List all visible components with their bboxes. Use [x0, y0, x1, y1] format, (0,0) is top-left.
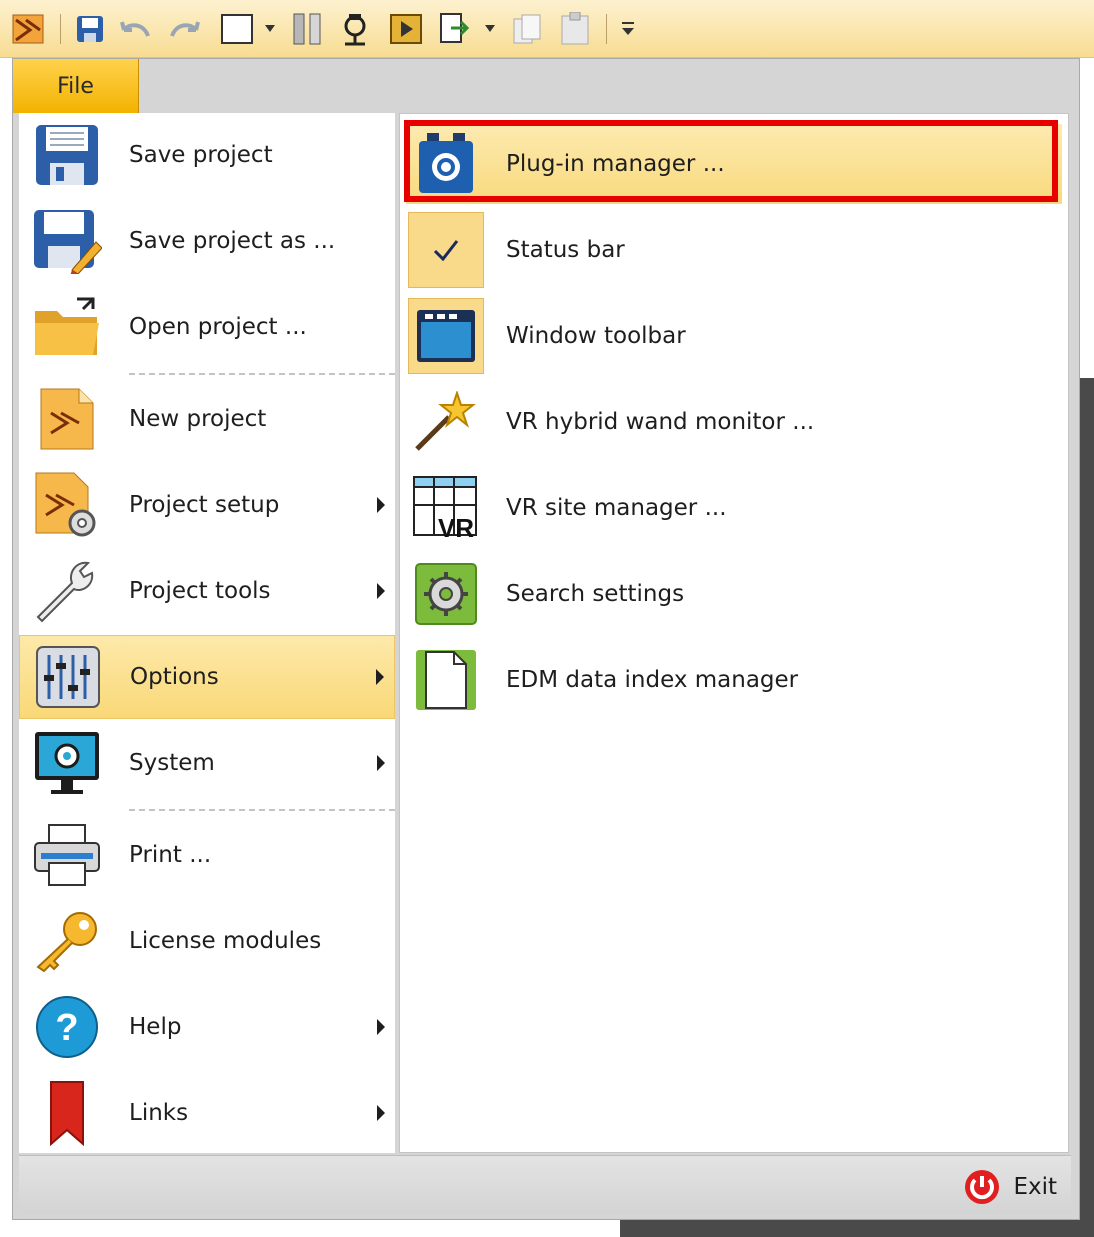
wrench-icon	[19, 549, 115, 633]
document-icon	[406, 640, 486, 720]
dropdown-icon[interactable]	[482, 12, 498, 46]
dropdown-icon[interactable]	[262, 12, 278, 46]
background-app	[1080, 58, 1094, 1237]
file-menu: File Save project Save project as ... Op…	[12, 58, 1080, 1220]
menu-item-save-project-as[interactable]: Save project as ...	[19, 199, 395, 283]
submenu-item-window-toolbar[interactable]: Window toolbar	[406, 296, 1062, 376]
checkmark-icon	[406, 210, 486, 290]
submenu-item-vr-hybrid-wand-monitor[interactable]: VR hybrid wand monitor ...	[406, 382, 1062, 462]
system-monitor-icon	[19, 721, 115, 805]
menu-item-label: Open project ...	[129, 314, 307, 340]
gear-icon	[406, 554, 486, 634]
column-icon[interactable]	[288, 12, 328, 46]
submenu-item-label: EDM data index manager	[506, 667, 799, 693]
save-as-icon	[19, 199, 115, 283]
file-menu-left-pane: Save project Save project as ... Open pr…	[19, 113, 395, 1153]
power-icon	[965, 1170, 1000, 1204]
submenu-item-label: Search settings	[506, 581, 685, 607]
svg-text:?: ?	[55, 1007, 78, 1049]
menu-item-label: Save project	[129, 142, 273, 168]
printer-icon	[19, 813, 115, 897]
menu-item-label: Save project as ...	[129, 228, 336, 254]
magic-wand-icon	[406, 382, 486, 462]
plugin-manager-icon	[406, 124, 486, 204]
submenu-arrow-icon	[377, 1019, 385, 1035]
menu-item-print[interactable]: Print ...	[19, 813, 395, 897]
menu-item-label: Options	[130, 664, 219, 690]
exit-label: Exit	[1013, 1174, 1057, 1200]
submenu-item-search-settings[interactable]: Search settings	[406, 554, 1062, 634]
submenu-arrow-icon	[377, 583, 385, 599]
menu-item-label: Links	[129, 1100, 189, 1126]
quick-access-toolbar	[0, 0, 1094, 58]
save-icon	[19, 113, 115, 197]
menu-item-project-setup[interactable]: Project setup	[19, 463, 395, 547]
exit-button[interactable]: Exit	[963, 1168, 1057, 1206]
open-folder-icon	[19, 285, 115, 369]
window-toolbar-icon	[406, 296, 486, 376]
menu-item-project-tools[interactable]: Project tools	[19, 549, 395, 633]
customize-icon[interactable]	[618, 12, 638, 46]
new-project-icon	[19, 377, 115, 461]
menu-item-new-project[interactable]: New project	[19, 377, 395, 461]
file-menu-footer: Exit	[19, 1155, 1071, 1213]
submenu-item-label: VR site manager ...	[506, 495, 727, 521]
submenu-item-vr-site-manager[interactable]: VR VR site manager ...	[406, 468, 1062, 548]
menu-item-label: Project setup	[129, 492, 280, 518]
menu-item-label: Print ...	[129, 842, 212, 868]
menu-item-links[interactable]: Links	[19, 1071, 395, 1155]
project-setup-icon	[19, 463, 115, 547]
play-icon[interactable]	[386, 12, 426, 46]
submenu-arrow-icon	[377, 1105, 385, 1121]
tool-icon[interactable]	[336, 12, 376, 46]
submenu-item-label: VR hybrid wand monitor ...	[506, 409, 815, 435]
submenu-item-status-bar[interactable]: Status bar	[406, 210, 1062, 290]
redo-icon[interactable]	[164, 12, 204, 46]
menu-item-label: Help	[129, 1014, 182, 1040]
file-tab[interactable]: File	[13, 59, 139, 113]
submenu-arrow-icon	[377, 497, 385, 513]
save-icon[interactable]	[72, 12, 108, 46]
help-icon: ?	[19, 985, 115, 1069]
undo-icon[interactable]	[116, 12, 156, 46]
export-icon[interactable]	[434, 12, 474, 46]
key-icon	[19, 899, 115, 983]
menu-item-options[interactable]: Options	[19, 635, 395, 719]
submenu-arrow-icon	[377, 755, 385, 771]
submenu-item-label: Status bar	[506, 237, 625, 263]
menu-item-label: System	[129, 750, 215, 776]
options-sliders-icon	[20, 635, 116, 719]
submenu-arrow-icon	[376, 669, 384, 685]
paste-icon[interactable]	[556, 12, 596, 46]
submenu-item-label: Window toolbar	[506, 323, 686, 349]
submenu-item-plugin-manager[interactable]: Plug-in manager ...	[406, 124, 1062, 204]
background-app	[620, 1220, 1094, 1237]
submenu-item-label: Plug-in manager ...	[506, 151, 725, 177]
menu-item-label: License modules	[129, 928, 322, 954]
menu-item-save-project[interactable]: Save project	[19, 113, 395, 197]
vr-site-grid-icon: VR	[406, 468, 486, 548]
new-window-icon[interactable]	[218, 12, 256, 46]
menu-item-help[interactable]: ? Help	[19, 985, 395, 1069]
menu-separator	[129, 373, 395, 375]
menu-item-system[interactable]: System	[19, 721, 395, 805]
app-logo-icon[interactable]	[10, 12, 46, 46]
menu-item-license-modules[interactable]: License modules	[19, 899, 395, 983]
options-submenu: Plug-in manager ... Status bar Window to…	[399, 113, 1069, 1153]
copy-icon[interactable]	[508, 12, 548, 46]
menu-item-open-project[interactable]: Open project ...	[19, 285, 395, 369]
menu-item-label: New project	[129, 406, 267, 432]
submenu-item-edm-data-index-manager[interactable]: EDM data index manager	[406, 640, 1062, 720]
vr-icon-text: VR	[438, 513, 474, 541]
menu-item-label: Project tools	[129, 578, 271, 604]
menu-separator	[129, 809, 395, 811]
bookmark-icon	[19, 1071, 115, 1155]
